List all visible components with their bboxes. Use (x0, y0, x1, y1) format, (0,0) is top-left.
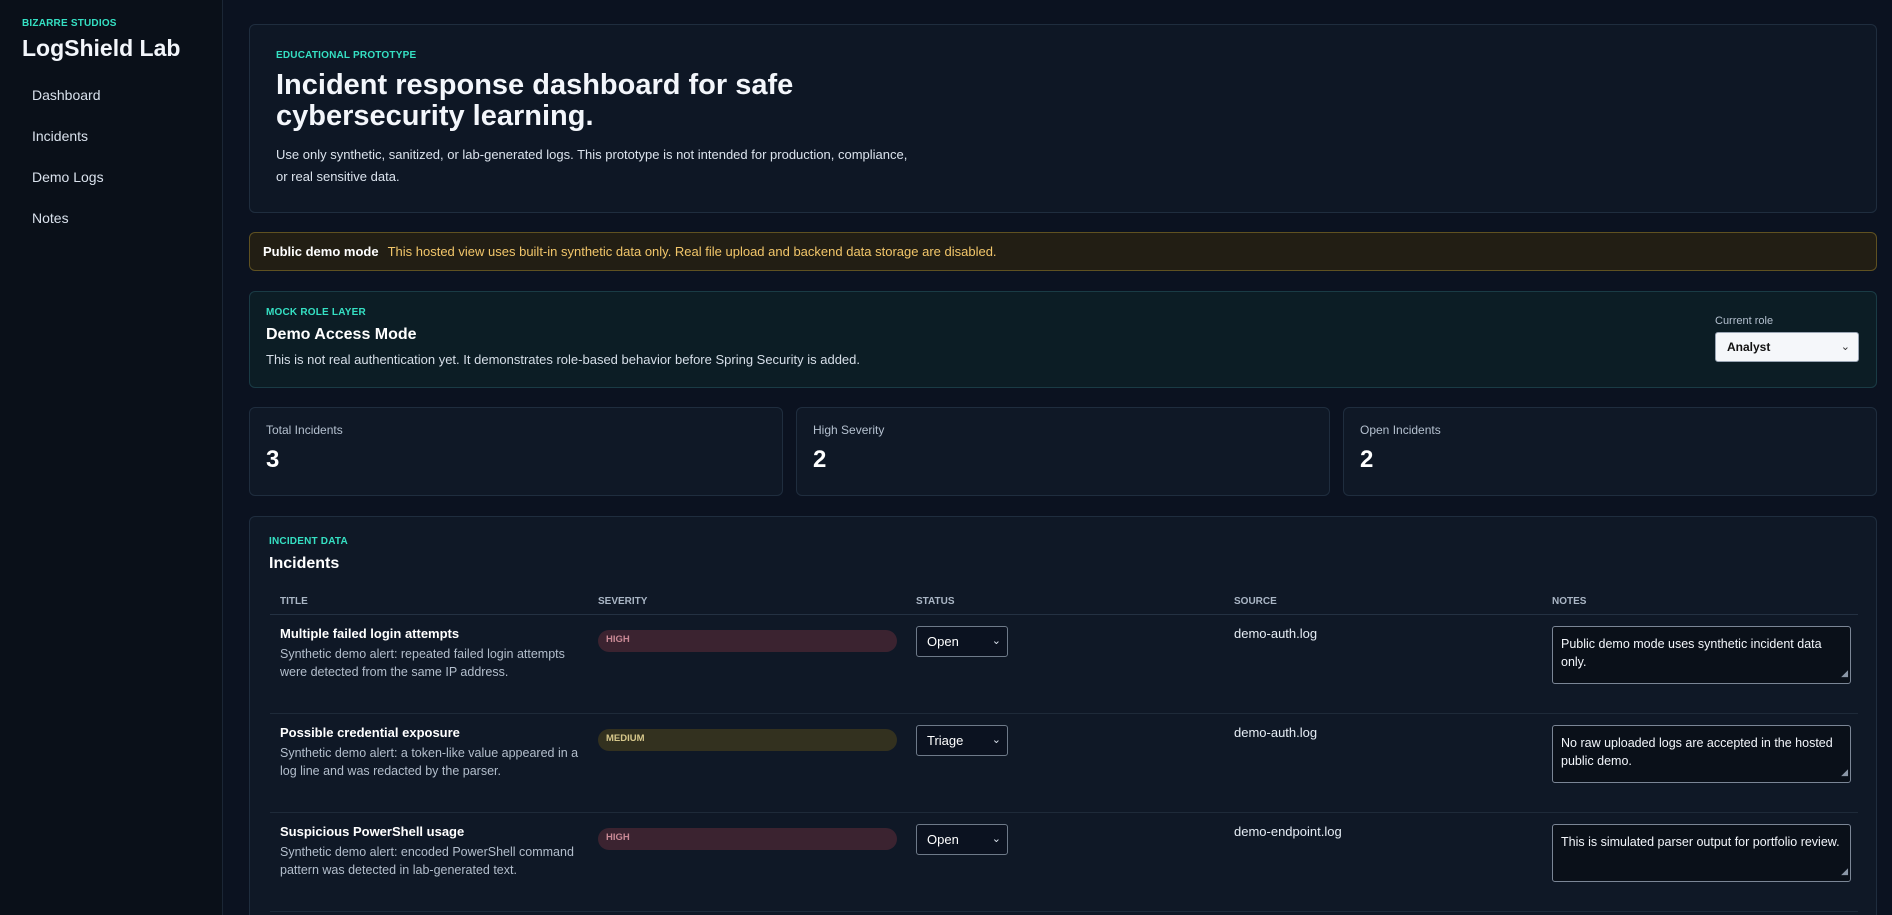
notes-textarea[interactable]: Public demo mode uses synthetic incident… (1552, 626, 1851, 684)
chevron-down-icon: ⌄ (991, 833, 1001, 845)
cell-status: Open ⌄ (906, 824, 1224, 911)
column-header-status: STATUS (916, 596, 955, 607)
resize-grip-icon[interactable]: ◢ (1841, 862, 1848, 880)
incident-description: Synthetic demo alert: encoded PowerShell… (280, 845, 574, 877)
stat-value: 3 (266, 446, 280, 473)
severity-badge: HIGH (598, 630, 897, 652)
stat-total-incidents: Total Incidents 3 (249, 407, 783, 496)
status-select[interactable]: Open ⌄ (916, 626, 1008, 657)
notes-text: This is simulated parser output for port… (1561, 835, 1840, 849)
cell-notes: No raw uploaded logs are accepted in the… (1542, 725, 1858, 812)
cell-status: Triage ⌄ (906, 725, 1224, 812)
cell-severity: HIGH (588, 626, 906, 713)
brand-studio: BIZARRE STUDIOS (22, 18, 117, 29)
column-header-source: SOURCE (1234, 596, 1277, 607)
incidents-card: INCIDENT DATA Incidents TITLE SEVERITY S… (249, 516, 1877, 915)
cell-title: Possible credential exposure Synthetic d… (270, 725, 588, 812)
column-header-severity: SEVERITY (598, 596, 648, 607)
hero-description: Use only synthetic, sanitized, or lab-ge… (276, 147, 908, 184)
hero-eyebrow: EDUCATIONAL PROTOTYPE (276, 50, 417, 61)
sidebar: BIZARRE STUDIOS LogShield Lab Dashboard … (0, 0, 223, 915)
sidebar-item-demo-logs[interactable]: Demo Logs (22, 168, 222, 209)
cell-title: Suspicious PowerShell usage Synthetic de… (270, 824, 588, 911)
sidebar-nav: Dashboard Incidents Demo Logs Notes (22, 86, 222, 250)
chevron-down-icon: ⌄ (1840, 341, 1850, 353)
notes-text: No raw uploaded logs are accepted in the… (1561, 736, 1833, 768)
incident-description: Synthetic demo alert: a token-like value… (280, 746, 579, 778)
incidents-title: Incidents (269, 555, 340, 572)
incident-source: demo-auth.log (1234, 626, 1318, 641)
status-select[interactable]: Open ⌄ (916, 824, 1008, 855)
role-title: Demo Access Mode (266, 326, 417, 343)
role-select-group: Current role Analyst ⌄ (1715, 315, 1859, 362)
sidebar-item-notes[interactable]: Notes (22, 209, 222, 250)
banner-title: Public demo mode (263, 244, 379, 259)
stat-label: Open Incidents (1360, 423, 1441, 437)
cell-source: demo-auth.log (1224, 626, 1542, 713)
incident-title: Suspicious PowerShell usage (280, 824, 465, 839)
resize-grip-icon[interactable]: ◢ (1841, 664, 1848, 682)
cell-severity: MEDIUM (588, 725, 906, 812)
main-content: EDUCATIONAL PROTOTYPE Incident response … (249, 0, 1877, 915)
incidents-table: TITLE SEVERITY STATUS SOURCE NOTES Multi… (270, 596, 1858, 912)
sidebar-item-incidents[interactable]: Incidents (22, 127, 222, 168)
cell-notes: This is simulated parser output for port… (1542, 824, 1858, 911)
demo-mode-banner: Public demo mode This hosted view uses b… (249, 232, 1877, 271)
status-select-value: Triage (927, 733, 964, 748)
status-select-value: Open (927, 832, 959, 847)
role-select-label: Current role (1715, 315, 1774, 327)
stat-open-incidents: Open Incidents 2 (1343, 407, 1877, 496)
incident-title: Possible credential exposure (280, 725, 460, 740)
notes-text: Public demo mode uses synthetic incident… (1561, 637, 1822, 669)
incident-title: Multiple failed login attempts (280, 626, 460, 641)
stat-value: 2 (1360, 446, 1374, 473)
chevron-down-icon: ⌄ (991, 635, 1001, 647)
column-header-title: TITLE (280, 596, 308, 607)
cell-severity: HIGH (588, 824, 906, 911)
hero-card: EDUCATIONAL PROTOTYPE Incident response … (249, 24, 1877, 213)
notes-textarea[interactable]: This is simulated parser output for port… (1552, 824, 1851, 882)
status-select-value: Open (927, 634, 959, 649)
incident-description: Synthetic demo alert: repeated failed lo… (280, 647, 565, 679)
role-card: MOCK ROLE LAYER Demo Access Mode This is… (249, 291, 1877, 388)
status-select[interactable]: Triage ⌄ (916, 725, 1008, 756)
table-row: Suspicious PowerShell usage Synthetic de… (270, 813, 1858, 912)
app-title[interactable]: LogShield Lab (22, 35, 222, 62)
role-description: This is not real authentication yet. It … (266, 352, 860, 367)
stat-value: 2 (813, 446, 827, 473)
role-select[interactable]: Analyst ⌄ (1715, 332, 1859, 362)
chevron-down-icon: ⌄ (991, 734, 1001, 746)
page-title: Incident response dashboard for safe cyb… (276, 69, 794, 132)
notes-textarea[interactable]: No raw uploaded logs are accepted in the… (1552, 725, 1851, 783)
cell-title: Multiple failed login attempts Synthetic… (270, 626, 588, 713)
incidents-eyebrow: INCIDENT DATA (269, 536, 348, 547)
column-header-notes: NOTES (1552, 596, 1587, 607)
role-select-value: Analyst (1727, 340, 1771, 354)
cell-status: Open ⌄ (906, 626, 1224, 713)
table-row: Possible credential exposure Synthetic d… (270, 714, 1858, 813)
stat-high-severity: High Severity 2 (796, 407, 1330, 496)
resize-grip-icon[interactable]: ◢ (1841, 763, 1848, 781)
role-eyebrow: MOCK ROLE LAYER (266, 307, 366, 318)
incident-source: demo-endpoint.log (1234, 824, 1342, 839)
cell-notes: Public demo mode uses synthetic incident… (1542, 626, 1858, 713)
incident-source: demo-auth.log (1234, 725, 1318, 740)
severity-badge: MEDIUM (598, 729, 897, 751)
cell-source: demo-auth.log (1224, 725, 1542, 812)
banner-text: This hosted view uses built-in synthetic… (387, 244, 997, 259)
table-header: TITLE SEVERITY STATUS SOURCE NOTES (270, 596, 1858, 615)
cell-source: demo-endpoint.log (1224, 824, 1542, 911)
sidebar-item-dashboard[interactable]: Dashboard (22, 86, 222, 127)
stat-label: High Severity (813, 423, 885, 437)
table-row: Multiple failed login attempts Synthetic… (270, 615, 1858, 714)
severity-badge: HIGH (598, 828, 897, 850)
stat-label: Total Incidents (266, 423, 343, 437)
